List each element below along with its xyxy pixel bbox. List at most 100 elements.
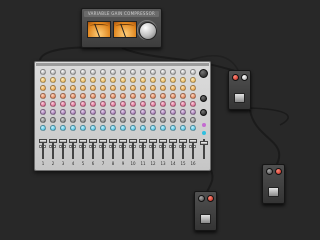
- aux-2-knob-icon[interactable]: [140, 109, 146, 115]
- mute-solo-buttons[interactable]: [139, 133, 147, 148]
- aux-1-knob-icon[interactable]: [120, 101, 126, 107]
- aux-1-knob-icon[interactable]: [190, 101, 196, 107]
- lo-eq-knob-icon[interactable]: [190, 93, 196, 99]
- pan-knob-icon[interactable]: [100, 125, 106, 131]
- pedal-red-knob-icon[interactable]: [232, 74, 239, 81]
- mute-solo-buttons[interactable]: [169, 133, 177, 148]
- aux-2-knob-icon[interactable]: [190, 109, 196, 115]
- mid-eq-knob-icon[interactable]: [130, 85, 136, 91]
- hi-eq-knob-icon[interactable]: [90, 77, 96, 83]
- pan-knob-icon[interactable]: [90, 125, 96, 131]
- aux-2-knob-icon[interactable]: [160, 109, 166, 115]
- gain-knob-icon[interactable]: [130, 69, 136, 75]
- aux-3-knob-icon[interactable]: [170, 117, 176, 123]
- pedal-grey-knob-icon[interactable]: [198, 195, 205, 202]
- hi-eq-knob-icon[interactable]: [140, 77, 146, 83]
- channel-fader[interactable]: [79, 139, 87, 143]
- aux-3-knob-icon[interactable]: [190, 117, 196, 123]
- gain-knob-icon[interactable]: [170, 69, 176, 75]
- channel-fader[interactable]: [159, 139, 167, 143]
- lo-eq-knob-icon[interactable]: [90, 93, 96, 99]
- aux-2-knob-icon[interactable]: [70, 109, 76, 115]
- mid-eq-knob-icon[interactable]: [100, 85, 106, 91]
- gain-knob-icon[interactable]: [90, 69, 96, 75]
- lo-eq-knob-icon[interactable]: [110, 93, 116, 99]
- aux-3-knob-icon[interactable]: [180, 117, 186, 123]
- aux-2-knob-icon[interactable]: [80, 109, 86, 115]
- pan-knob-icon[interactable]: [140, 125, 146, 131]
- pedal-white-knob-icon[interactable]: [241, 74, 248, 81]
- pedal-grey-knob-icon[interactable]: [266, 168, 273, 175]
- hi-eq-knob-icon[interactable]: [170, 77, 176, 83]
- mid-eq-knob-icon[interactable]: [170, 85, 176, 91]
- aux-3-knob-icon[interactable]: [110, 117, 116, 123]
- lo-eq-knob-icon[interactable]: [170, 93, 176, 99]
- pan-knob-icon[interactable]: [70, 125, 76, 131]
- master-fader[interactable]: [200, 141, 208, 145]
- aux-3-knob-icon[interactable]: [150, 117, 156, 123]
- lo-eq-knob-icon[interactable]: [40, 93, 46, 99]
- aux-2-knob-icon[interactable]: [50, 109, 56, 115]
- mid-eq-knob-icon[interactable]: [70, 85, 76, 91]
- channel-fader[interactable]: [129, 139, 137, 143]
- mid-eq-knob-icon[interactable]: [150, 85, 156, 91]
- mid-eq-knob-icon[interactable]: [80, 85, 86, 91]
- channel-fader[interactable]: [69, 139, 77, 143]
- pan-knob-icon[interactable]: [80, 125, 86, 131]
- pan-knob-icon[interactable]: [190, 125, 196, 131]
- pan-knob-icon[interactable]: [130, 125, 136, 131]
- pedal-red-knob-icon[interactable]: [275, 168, 282, 175]
- lo-eq-knob-icon[interactable]: [180, 93, 186, 99]
- aux-3-knob-icon[interactable]: [90, 117, 96, 123]
- aux-1-knob-icon[interactable]: [110, 101, 116, 107]
- channel-fader[interactable]: [149, 139, 157, 143]
- lo-eq-knob-icon[interactable]: [150, 93, 156, 99]
- lo-eq-knob-icon[interactable]: [80, 93, 86, 99]
- aux-1-knob-icon[interactable]: [160, 101, 166, 107]
- mid-eq-knob-icon[interactable]: [140, 85, 146, 91]
- lo-eq-knob-icon[interactable]: [120, 93, 126, 99]
- pedal-footswitch[interactable]: [234, 93, 245, 103]
- aux-3-knob-icon[interactable]: [70, 117, 76, 123]
- mid-eq-knob-icon[interactable]: [60, 85, 66, 91]
- pan-knob-icon[interactable]: [110, 125, 116, 131]
- gain-knob-icon[interactable]: [190, 69, 196, 75]
- gain-knob-icon[interactable]: [160, 69, 166, 75]
- mute-solo-buttons[interactable]: [119, 133, 127, 148]
- aux-3-knob-icon[interactable]: [120, 117, 126, 123]
- aux-3-knob-icon[interactable]: [60, 117, 66, 123]
- aux-2-knob-icon[interactable]: [100, 109, 106, 115]
- mute-solo-buttons[interactable]: [159, 133, 167, 148]
- aux-3-knob-icon[interactable]: [140, 117, 146, 123]
- hi-eq-knob-icon[interactable]: [70, 77, 76, 83]
- mute-solo-buttons[interactable]: [129, 133, 137, 148]
- mute-solo-buttons[interactable]: [149, 133, 157, 148]
- large-rotary-knob-icon[interactable]: [139, 22, 157, 40]
- aux-3-knob-icon[interactable]: [160, 117, 166, 123]
- control-room-knob-icon[interactable]: [200, 109, 207, 116]
- mute-solo-buttons[interactable]: [39, 133, 47, 148]
- channel-fader[interactable]: [89, 139, 97, 143]
- aux-2-knob-icon[interactable]: [120, 109, 126, 115]
- mid-eq-knob-icon[interactable]: [160, 85, 166, 91]
- master-knob-icon[interactable]: [199, 69, 208, 78]
- pan-knob-icon[interactable]: [170, 125, 176, 131]
- gain-knob-icon[interactable]: [110, 69, 116, 75]
- lo-eq-knob-icon[interactable]: [100, 93, 106, 99]
- aux-1-knob-icon[interactable]: [90, 101, 96, 107]
- channel-fader[interactable]: [59, 139, 67, 143]
- pedal-top-right[interactable]: [228, 70, 251, 110]
- aux-2-knob-icon[interactable]: [170, 109, 176, 115]
- pedal-footswitch[interactable]: [200, 214, 211, 224]
- hi-eq-knob-icon[interactable]: [120, 77, 126, 83]
- mid-eq-knob-icon[interactable]: [180, 85, 186, 91]
- pedal-red-knob-icon[interactable]: [207, 195, 214, 202]
- hi-eq-knob-icon[interactable]: [190, 77, 196, 83]
- aux-3-knob-icon[interactable]: [50, 117, 56, 123]
- pan-knob-icon[interactable]: [150, 125, 156, 131]
- channel-fader[interactable]: [99, 139, 107, 143]
- aux-1-knob-icon[interactable]: [130, 101, 136, 107]
- pedal-footswitch[interactable]: [268, 187, 279, 197]
- gain-knob-icon[interactable]: [140, 69, 146, 75]
- gain-knob-icon[interactable]: [50, 69, 56, 75]
